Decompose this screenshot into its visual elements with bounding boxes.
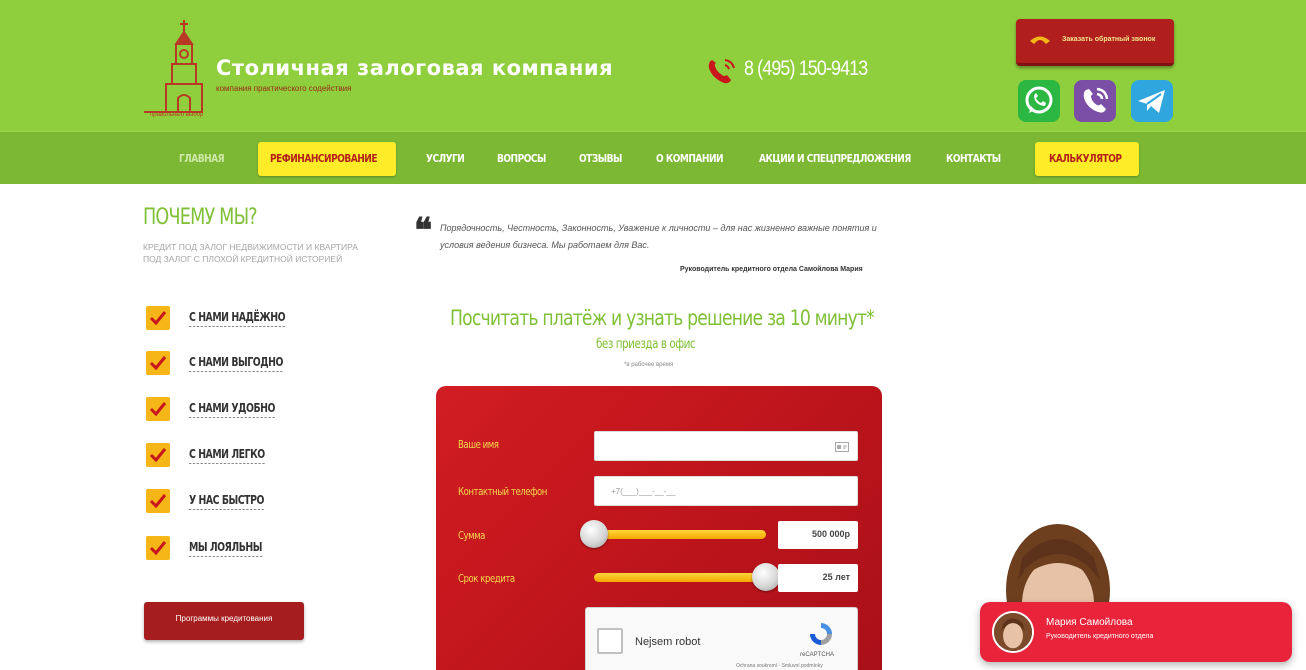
name-label: Ваше имя — [458, 438, 499, 451]
name-input[interactable] — [594, 431, 858, 461]
phone-input[interactable]: +7(___)___-__-__ — [594, 476, 858, 506]
nav-home[interactable]: ГЛАВНАЯ — [179, 148, 225, 170]
chat-manager-name: Мария Самойлова — [1046, 617, 1133, 628]
term-slider-track[interactable] — [594, 573, 766, 582]
logo-slogan: правильный выбор — [150, 112, 204, 118]
why-us-title: ПОЧЕМУ МЫ? — [143, 205, 258, 230]
calc-note: *в рабочее время — [624, 362, 674, 368]
callback-label: Заказать обратный звонок — [1062, 36, 1156, 43]
nav-promotions[interactable]: АКЦИИ И СПЕЦПРЕДЛОЖЕНИЯ — [759, 148, 911, 170]
amount-value: 500 000р — [811, 529, 850, 539]
viber-button[interactable] — [1074, 80, 1116, 122]
chat-widget[interactable]: Мария Самойлова Руководитель кредитного … — [980, 602, 1292, 662]
checkmark-icon — [146, 489, 170, 513]
recaptcha-terms[interactable]: Ochrana soukromí - Smluvní podmínky — [736, 663, 823, 669]
quote-text: Порядочность, Честность, Законность, Ува… — [440, 223, 877, 250]
advantage-label[interactable]: С НАМИ ЛЕГКО — [189, 447, 265, 464]
term-slider-handle[interactable] — [752, 563, 780, 591]
amount-slider-track[interactable] — [594, 530, 766, 539]
viber-icon — [1083, 87, 1109, 113]
why-us-subtitle: кредит под залог недвижимости и квартира… — [143, 242, 358, 264]
nav-about[interactable]: О КОМПАНИИ — [656, 148, 724, 170]
checkmark-icon — [146, 443, 170, 467]
whatsapp-icon — [1025, 86, 1053, 114]
quote-author: Руководитель кредитного отдела Самойлова… — [680, 266, 863, 273]
recaptcha-brand: reCAPTCHA — [800, 652, 835, 658]
callback-button[interactable]: Заказать обратный звонок — [1016, 19, 1174, 66]
advantage-label[interactable]: С НАМИ УДОБНО — [189, 401, 275, 418]
checkmark-icon — [146, 536, 170, 560]
telegram-icon — [1138, 90, 1165, 113]
chat-manager-role: Руководитель кредитного отдела — [1046, 633, 1154, 640]
company-name: Столичная залоговая компания — [216, 56, 614, 80]
quote-icon: ❝ — [414, 211, 433, 251]
amount-slider-handle[interactable] — [580, 520, 608, 548]
phone-label: Контактный телефон — [458, 485, 547, 498]
phone-number[interactable]: 8 (495) 150-9413 — [744, 57, 868, 81]
amount-value-box[interactable]: 500 000р — [778, 521, 858, 549]
checkmark-icon — [146, 397, 170, 421]
nav-contacts[interactable]: КОНТАКТЫ — [946, 148, 1001, 170]
term-value-box[interactable]: 25 лет — [778, 564, 858, 592]
recaptcha-logo-icon — [810, 623, 832, 645]
calc-subtitle: без приезда в офис — [596, 337, 696, 352]
amount-label: Сумма — [458, 529, 485, 542]
credit-programs-button[interactable]: Программы кредитования — [144, 602, 304, 640]
handset-icon — [1030, 36, 1050, 44]
advantage-label[interactable]: МЫ ЛОЯЛЬНЫ — [189, 540, 262, 557]
recaptcha-label: Nejsem robot — [635, 636, 701, 648]
nav-services[interactable]: УСЛУГИ — [426, 148, 465, 170]
advantage-label[interactable]: С НАМИ НАДЁЖНО — [189, 310, 286, 327]
whatsapp-button[interactable] — [1018, 80, 1060, 122]
phone-placeholder: +7(___)___-__-__ — [611, 487, 676, 496]
telegram-button[interactable] — [1131, 80, 1173, 122]
contact-card-icon — [835, 442, 849, 452]
company-subtitle: компания практического содействия — [216, 84, 352, 93]
checkmark-icon — [146, 306, 170, 330]
nav-refinance[interactable]: РЕФИНАНСИРОВАНИЕ — [270, 148, 378, 170]
nav-reviews[interactable]: ОТЗЫВЫ — [579, 148, 622, 170]
recaptcha-checkbox[interactable] — [597, 628, 623, 654]
nav-calculator[interactable]: КАЛЬКУЛЯТОР — [1049, 148, 1122, 170]
calc-title: Посчитать платёж и узнать решение за 10 … — [450, 306, 875, 330]
advantage-label[interactable]: С НАМИ ВЫГОДНО — [189, 355, 283, 372]
credit-programs-label: Программы кредитования — [175, 614, 273, 623]
term-value: 25 лет — [822, 572, 850, 582]
term-label: Срок кредита — [458, 572, 515, 585]
phone-icon — [708, 59, 735, 84]
page: Столичная залоговая компания компания пр… — [0, 0, 1306, 670]
checkmark-icon — [146, 351, 170, 375]
advantage-label[interactable]: У НАС БЫСТРО — [189, 493, 264, 510]
nav-questions[interactable]: ВОПРОСЫ — [497, 148, 546, 170]
manager-avatar — [992, 611, 1034, 653]
recaptcha-widget: Nejsem robot reCAPTCHA Ochrana soukromí … — [585, 607, 858, 670]
